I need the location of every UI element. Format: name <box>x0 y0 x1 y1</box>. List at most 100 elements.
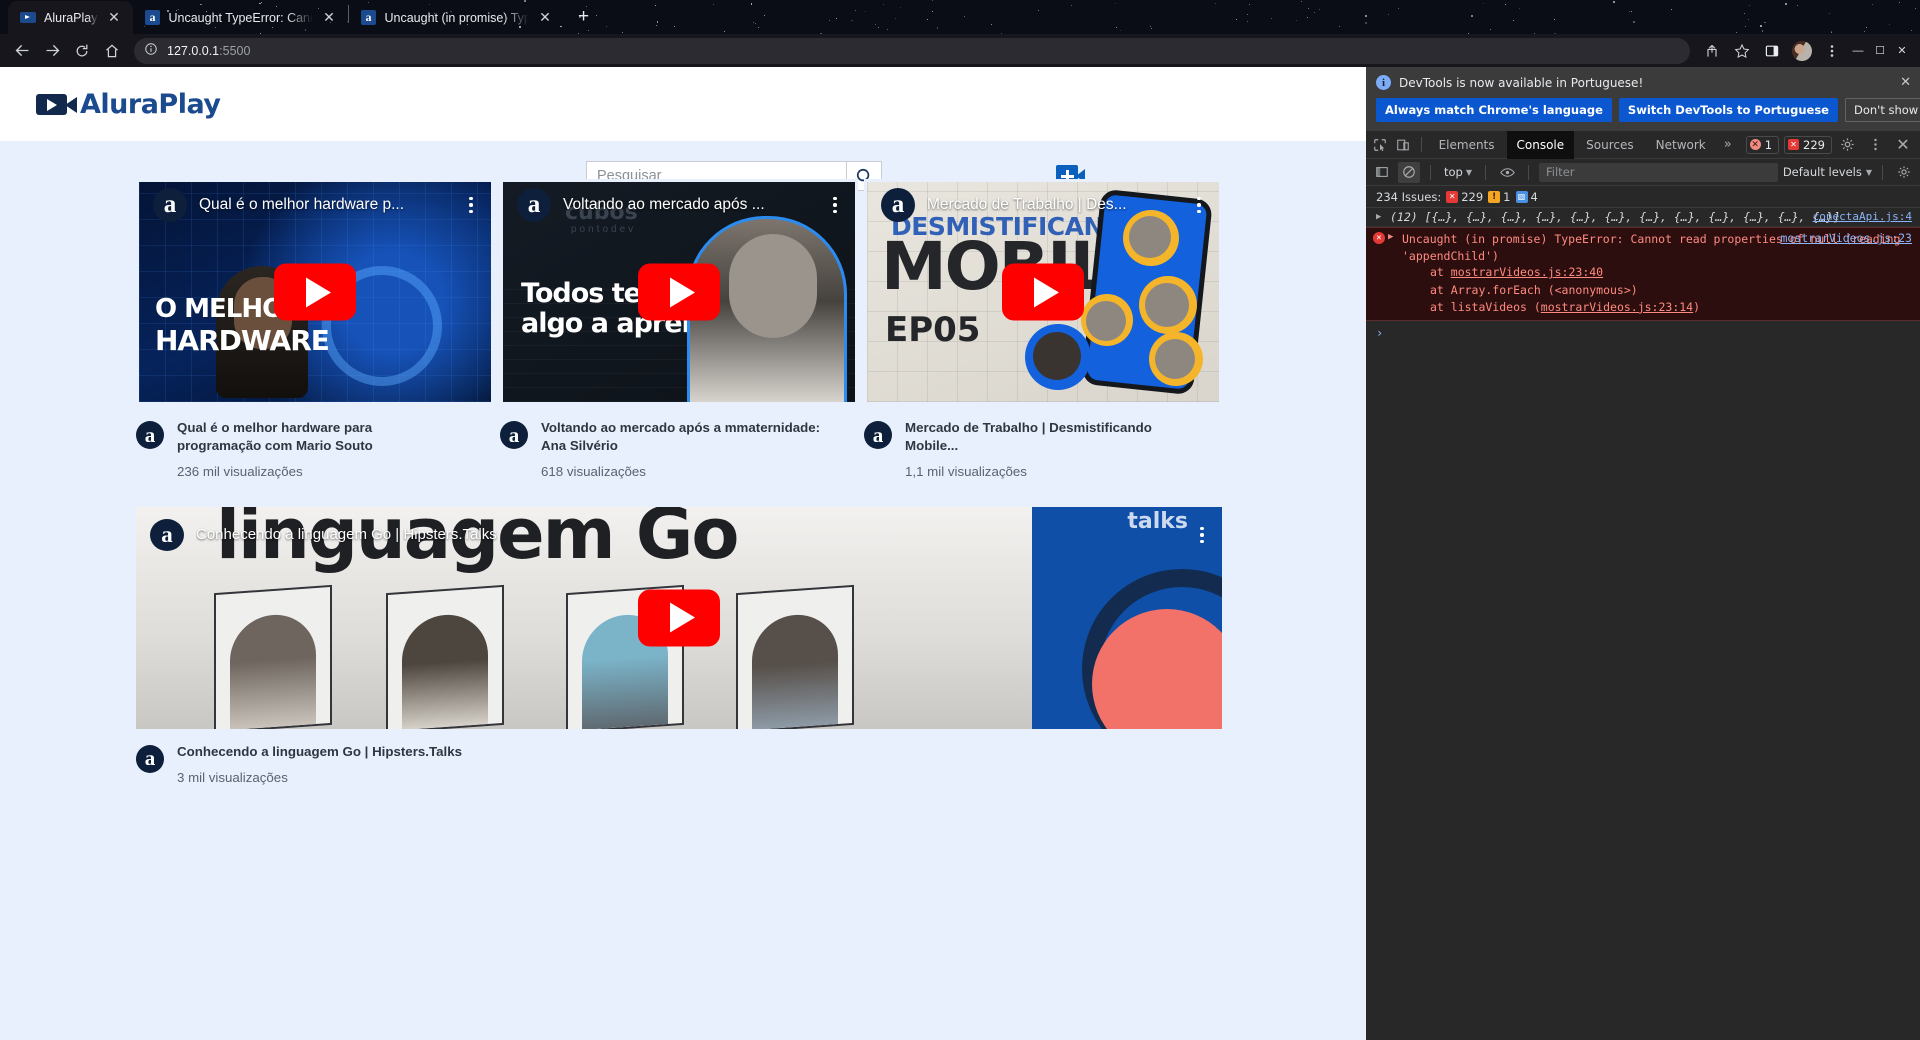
tab-title: Uncaught (in promise) TypeError: <box>384 10 529 25</box>
video-meta: a Qual é o melhor hardware para programa… <box>136 405 494 479</box>
thumbnail-overlay: a Voltando ao mercado após ... <box>503 182 855 228</box>
home-icon[interactable] <box>98 37 126 65</box>
log-source-link[interactable]: conectaApi.js:4 <box>1813 210 1912 223</box>
avatar[interactable] <box>1788 37 1816 65</box>
video-title[interactable]: Conhecendo a linguagem Go | Hipsters.Tal… <box>177 743 1222 761</box>
error-count: 229 <box>1803 137 1825 152</box>
video-card[interactable]: cubos pontodev Todos temos algo a aprend… <box>500 179 858 479</box>
window-minimize-button[interactable]: — <box>1848 41 1868 61</box>
site-header: AluraPlay <box>0 67 1366 191</box>
kebab-menu-icon[interactable] <box>1862 133 1888 157</box>
new-tab-button[interactable]: + <box>570 3 598 31</box>
switch-language-button[interactable]: Switch DevTools to Portuguese <box>1618 98 1838 122</box>
live-expression-icon[interactable] <box>1496 162 1518 183</box>
kebab-menu-icon[interactable] <box>1191 196 1207 214</box>
video-thumbnail[interactable]: O MELHOR HARDWARE a Qual é o melhor hard… <box>136 179 494 405</box>
stack-frame[interactable]: at mostrarVideos.js:23:40 <box>1394 264 1912 281</box>
warning-count: 1 <box>1764 137 1773 152</box>
video-title[interactable]: Voltando ao mercado após a mmaternidade:… <box>541 419 821 455</box>
browser-tab-aluraplay[interactable]: AluraPlay ✕ <box>8 1 133 34</box>
address-bar[interactable]: 127.0.0.1:5500 <box>134 37 1690 64</box>
close-icon[interactable]: ✕ <box>1900 75 1911 90</box>
warning-count-badge[interactable]: ✕ 1 <box>1745 135 1780 154</box>
console-prompt[interactable]: › <box>1366 321 1920 345</box>
tab-close-button[interactable]: ✕ <box>106 9 123 26</box>
dont-show-again-button[interactable]: Don't show again <box>1844 98 1920 122</box>
video-views: 236 mil visualizações <box>177 463 303 479</box>
close-icon[interactable]: ✕ <box>1890 133 1916 157</box>
alura-badge-icon: a <box>864 421 892 449</box>
tab-network[interactable]: Network <box>1646 131 1716 159</box>
issues-summary-bar[interactable]: 234 Issues: ✕ 229 ! 1 ▧ 4 <box>1366 186 1920 208</box>
tab-elements[interactable]: Elements <box>1429 131 1505 159</box>
youtube-play-icon[interactable] <box>1002 263 1084 321</box>
thumbnail-title: Conhecendo a linguagem Go | Hipsters.Tal… <box>196 526 497 544</box>
video-thumbnail[interactable]: DESMISTIFICANDO MOBILE EP05 <box>864 179 1222 405</box>
gear-icon[interactable] <box>1834 133 1860 157</box>
error-source-link[interactable]: mostrarVideos.js:23 <box>1780 231 1912 245</box>
tab-close-button[interactable]: ✕ <box>321 9 338 26</box>
url-text: 127.0.0.1:5500 <box>167 44 250 58</box>
console-output[interactable]: conectaApi.js:4 ▶ (12) [{…}, {…}, {…}, {… <box>1366 208 1920 1040</box>
console-sidebar-icon[interactable] <box>1371 162 1393 183</box>
devtools-language-notice: i DevTools is now available in Portugues… <box>1366 67 1920 131</box>
video-title[interactable]: Qual é o melhor hardware para programaçã… <box>177 419 457 455</box>
reload-icon[interactable] <box>68 37 96 65</box>
always-match-language-button[interactable]: Always match Chrome's language <box>1376 98 1612 122</box>
window-close-button[interactable]: ✕ <box>1892 41 1912 61</box>
window-maximize-button[interactable]: ☐ <box>1870 41 1890 61</box>
stack-frame-link[interactable]: mostrarVideos.js:23:40 <box>1451 265 1603 279</box>
kebab-menu-icon[interactable] <box>1194 526 1210 544</box>
browser-tab-strip: AluraPlay ✕ a Uncaught TypeError: Cannot… <box>0 0 1920 34</box>
stack-frame-link[interactable]: mostrarVideos.js:23:14 <box>1541 300 1693 314</box>
issues-info-count: ▧ 4 <box>1515 190 1538 204</box>
log-level-selector[interactable]: Default levels ▼ <box>1783 165 1872 179</box>
arrow-left-icon[interactable] <box>8 37 36 65</box>
video-card[interactable]: linguagem Go talks a Conhecendo a lingua… <box>136 506 1222 785</box>
video-thumbnail[interactable]: linguagem Go talks a Conhecendo a lingua… <box>136 506 1222 729</box>
console-filter-input[interactable]: Filter <box>1539 162 1778 182</box>
video-views: 1,1 mil visualizações <box>905 463 1027 479</box>
clear-console-icon[interactable] <box>1398 161 1420 183</box>
error-count-badge[interactable]: ✕ 229 <box>1784 135 1832 154</box>
tab-console[interactable]: Console <box>1506 130 1575 159</box>
stack-frame[interactable]: at listaVideos (mostrarVideos.js:23:14) <box>1394 299 1912 316</box>
kebab-menu-icon[interactable] <box>463 196 479 214</box>
kebab-menu-icon[interactable] <box>1818 37 1846 65</box>
video-title[interactable]: Mercado de Trabalho | Desmistificando Mo… <box>905 419 1185 455</box>
video-card[interactable]: DESMISTIFICANDO MOBILE EP05 <box>864 179 1222 479</box>
console-filter-bar: top ▼ Filter Default levels ▼ <box>1366 159 1920 186</box>
issues-warning-count: ! 1 <box>1488 190 1511 204</box>
device-toolbar-icon[interactable] <box>1393 133 1414 157</box>
youtube-play-icon[interactable] <box>274 263 356 321</box>
youtube-play-icon[interactable] <box>638 263 720 321</box>
video-thumbnail[interactable]: cubos pontodev Todos temos algo a aprend… <box>500 179 858 405</box>
console-log-entry[interactable]: conectaApi.js:4 ▶ (12) [{…}, {…}, {…}, {… <box>1366 208 1920 227</box>
tab-close-button[interactable]: ✕ <box>537 9 554 26</box>
console-error-entry[interactable]: ✕ ▶ mostrarVideos.js:23 Uncaught (in pro… <box>1366 227 1920 322</box>
aluraplay-logo[interactable]: AluraPlay <box>36 84 277 127</box>
star-icon[interactable] <box>1728 37 1756 65</box>
alura-badge-icon: a <box>500 421 528 449</box>
youtube-play-icon[interactable] <box>638 589 720 647</box>
expand-arrow-icon[interactable]: ▶ <box>1388 232 1393 242</box>
kebab-menu-icon[interactable] <box>827 196 843 214</box>
warning-triangle-icon: ! <box>1488 190 1501 203</box>
browser-navigation-bar: 127.0.0.1:5500 — ☐ ✕ <box>0 34 1920 67</box>
inspect-element-icon[interactable] <box>1370 133 1391 157</box>
video-card[interactable]: O MELHOR HARDWARE a Qual é o melhor hard… <box>136 179 494 479</box>
execution-context-selector[interactable]: top ▼ <box>1441 165 1475 179</box>
side-panel-icon[interactable] <box>1758 37 1786 65</box>
browser-tab-uncaught-promise[interactable]: a Uncaught (in promise) TypeError: ✕ <box>349 1 564 34</box>
arrow-right-icon[interactable] <box>38 37 66 65</box>
tab-sources[interactable]: Sources <box>1576 131 1643 159</box>
browser-tab-uncaught-typeerror[interactable]: a Uncaught TypeError: Cannot read ✕ <box>133 1 348 34</box>
tab-overflow-button[interactable]: » <box>1718 137 1738 152</box>
share-icon[interactable] <box>1698 37 1726 65</box>
info-circle-icon[interactable] <box>144 42 158 59</box>
expand-arrow-icon[interactable]: ▶ <box>1376 212 1381 222</box>
error-circle-icon: ✕ <box>1373 232 1385 244</box>
gear-icon[interactable] <box>1893 162 1915 183</box>
chevron-down-icon: ▼ <box>1865 167 1872 177</box>
thumbnail-overlay: a Mercado de Trabalho | Des... <box>867 182 1219 228</box>
